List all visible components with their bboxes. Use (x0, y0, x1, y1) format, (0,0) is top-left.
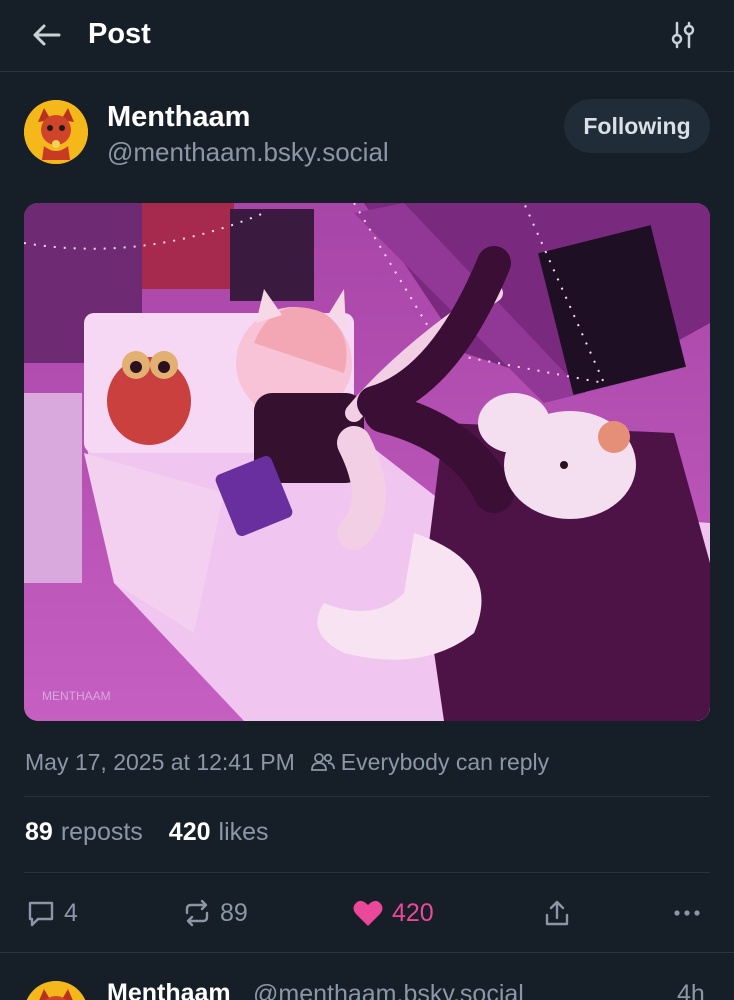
avatar[interactable] (24, 981, 88, 1000)
reposts-stat[interactable]: 89 reposts (25, 818, 143, 847)
reply-author-handle[interactable]: @menthaam.bsky.social (253, 980, 524, 1000)
like-button[interactable]: 420 (352, 890, 434, 936)
reply-icon (28, 901, 54, 927)
thread-settings-button[interactable] (666, 18, 700, 52)
following-button[interactable]: Following (564, 99, 710, 153)
divider (24, 872, 710, 873)
post-image[interactable]: MENTHAAM (24, 203, 710, 721)
people-icon (310, 752, 335, 772)
back-button[interactable] (30, 20, 62, 50)
divider (24, 796, 710, 797)
likes-count: 420 (168, 818, 211, 846)
top-bar: Post (0, 0, 734, 72)
page-title: Post (88, 18, 151, 50)
reply-count: 4 (64, 898, 78, 927)
filter-sliders-icon (671, 21, 695, 49)
reply-button[interactable]: 4 (26, 890, 78, 936)
image-watermark: MENTHAAM (42, 689, 111, 703)
post-actions: 4 89 420 (0, 890, 734, 936)
post-stats: 89 reposts 420 likes (25, 818, 269, 854)
repost-button[interactable]: 89 (182, 890, 248, 936)
author-handle[interactable]: @menthaam.bsky.social (107, 136, 389, 168)
back-arrow-icon (33, 24, 61, 46)
share-button[interactable] (542, 890, 572, 936)
post-timestamp: May 17, 2025 at 12:41 PM (25, 748, 295, 775)
reposts-label: reposts (60, 818, 143, 846)
likes-stat[interactable]: 420 likes (169, 818, 269, 847)
reposts-count: 89 (25, 818, 53, 846)
author-display-name[interactable]: Menthaam (107, 100, 250, 134)
heart-icon (353, 900, 383, 926)
reply-setting[interactable]: Everybody can reply (341, 749, 549, 776)
likes-label: likes (218, 818, 269, 846)
reply-timestamp: 4h (677, 980, 705, 1000)
like-count: 420 (392, 898, 434, 927)
avatar[interactable] (24, 100, 88, 164)
share-icon (545, 900, 569, 926)
post-author: Menthaam @menthaam.bsky.social Following (0, 72, 734, 192)
reply-post[interactable]: Menthaam @menthaam.bsky.social 4h (0, 952, 734, 1000)
repost-count: 89 (220, 898, 248, 927)
post-meta: May 17, 2025 at 12:41 PM Everybody can r… (25, 745, 549, 779)
more-options-button[interactable] (672, 890, 702, 936)
more-icon (674, 910, 700, 916)
repost-icon (185, 899, 209, 927)
reply-author-name[interactable]: Menthaam (107, 979, 231, 1000)
